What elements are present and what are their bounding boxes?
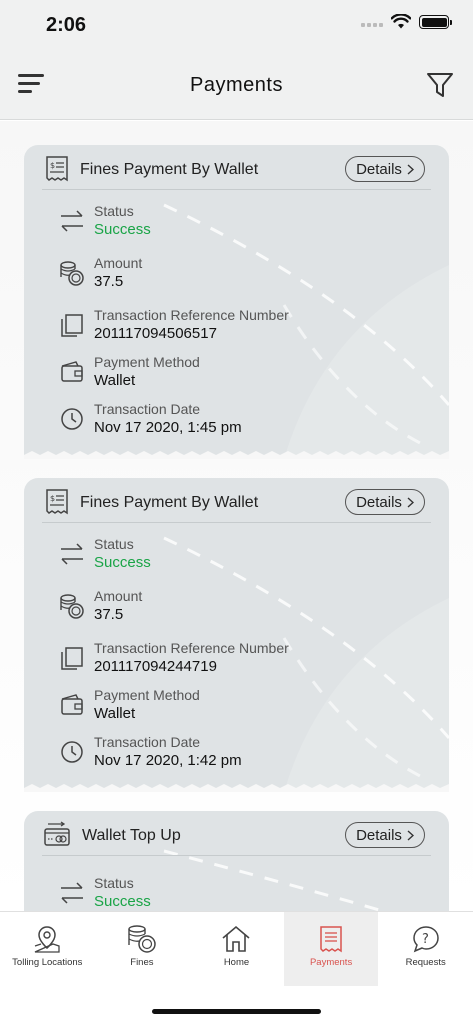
status-label: Status — [94, 203, 134, 219]
receipt-icon: $ — [46, 156, 68, 182]
payment-card: $ Fines Payment By Wallet Details Status… — [24, 145, 449, 459]
transfer-arrows-icon — [61, 210, 83, 232]
receipt-icon: $ — [46, 489, 68, 515]
payments-list[interactable]: $ Fines Payment By Wallet Details Status… — [0, 121, 473, 911]
nav-label: Fines — [130, 957, 154, 968]
nav-label: Requests — [405, 957, 446, 968]
svg-text:$: $ — [50, 494, 55, 503]
chevron-right-icon — [407, 496, 414, 508]
filter-icon[interactable] — [425, 70, 455, 100]
app-header: Payments — [0, 50, 473, 120]
details-button[interactable]: Details — [345, 156, 425, 182]
battery-icon — [419, 15, 452, 29]
date-label: Transaction Date — [94, 734, 201, 750]
nav-requests[interactable]: ? Requests — [378, 912, 473, 986]
reference-value: 201117094506517 — [94, 325, 217, 342]
payment-card: $ Fines Payment By Wallet Details Status… — [24, 478, 449, 792]
nav-home[interactable]: Home — [189, 912, 284, 986]
date-value: Nov 17 2020, 1:45 pm — [94, 419, 242, 436]
details-button[interactable]: Details — [345, 822, 425, 848]
card-header: $ Fines Payment By Wallet Details — [42, 478, 431, 523]
reference-label: Transaction Reference Number — [94, 640, 289, 656]
copy-icon — [61, 647, 83, 670]
card-header: $ Fines Payment By Wallet Details — [42, 145, 431, 190]
nav-tolling-locations[interactable]: Tolling Locations — [0, 912, 95, 986]
reference-value: 201117094244719 — [94, 658, 217, 675]
copy-icon — [61, 314, 83, 337]
receipt-icon — [320, 926, 342, 953]
clock-icon — [61, 741, 83, 763]
card-background-pattern — [163, 536, 449, 792]
status-icons — [361, 14, 452, 30]
method-label: Payment Method — [94, 687, 200, 703]
wallet-icon — [61, 361, 83, 382]
location-pin-icon — [35, 926, 60, 953]
home-icon — [222, 925, 251, 952]
amount-value: 37.5 — [94, 606, 124, 623]
clock-icon — [61, 408, 83, 430]
coins-icon — [60, 594, 84, 619]
transfer-arrows-icon — [61, 882, 83, 904]
signal-icon — [361, 23, 383, 27]
nav-label: Tolling Locations — [12, 957, 83, 968]
page-title: Payments — [190, 74, 283, 96]
wifi-icon — [391, 14, 411, 29]
chevron-right-icon — [407, 163, 414, 175]
nav-payments[interactable]: Payments — [283, 912, 379, 986]
amount-label: Amount — [94, 255, 143, 271]
method-label: Payment Method — [94, 354, 200, 370]
coins-icon — [60, 261, 84, 286]
amount-label: Amount — [94, 588, 143, 604]
status-value: Success — [94, 221, 151, 238]
coins-icon — [128, 925, 156, 953]
receipt-edge — [24, 451, 449, 459]
details-label: Details — [356, 160, 402, 178]
status-value: Success — [94, 554, 151, 571]
status-time: 2:06 — [46, 14, 87, 36]
details-button[interactable]: Details — [345, 489, 425, 515]
question-chat-icon: ? — [412, 926, 439, 953]
nav-label: Home — [223, 957, 250, 968]
home-indicator — [152, 1009, 321, 1014]
card-header: Wallet Top Up Details — [42, 811, 431, 856]
date-value: Nov 17 2020, 1:42 pm — [94, 752, 242, 769]
method-value: Wallet — [94, 705, 136, 722]
transfer-arrows-icon — [61, 543, 83, 565]
status-bar: 2:06 — [0, 0, 473, 50]
svg-text:$: $ — [50, 161, 55, 170]
payment-card: Wallet Top Up Details Status Success — [24, 811, 449, 911]
card-topup-icon — [44, 821, 70, 846]
status-label: Status — [94, 536, 134, 552]
card-title: Wallet Top Up — [82, 827, 181, 844]
card-title: Fines Payment By Wallet — [80, 161, 259, 178]
status-label: Status — [94, 875, 134, 891]
reference-label: Transaction Reference Number — [94, 307, 289, 323]
status-value: Success — [94, 893, 151, 910]
bottom-navigation: Tolling Locations Fines Home Payments ? — [0, 911, 473, 986]
nav-fines[interactable]: Fines — [95, 912, 190, 986]
date-label: Transaction Date — [94, 401, 201, 417]
method-value: Wallet — [94, 372, 136, 389]
svg-text:?: ? — [422, 932, 429, 947]
card-background-pattern — [163, 203, 449, 459]
wallet-icon — [61, 694, 83, 715]
card-title: Fines Payment By Wallet — [80, 494, 259, 511]
chevron-right-icon — [407, 829, 414, 841]
receipt-edge — [24, 784, 449, 792]
amount-value: 37.5 — [94, 273, 124, 290]
details-label: Details — [356, 493, 402, 511]
nav-label: Payments — [309, 957, 353, 968]
details-label: Details — [356, 826, 402, 844]
